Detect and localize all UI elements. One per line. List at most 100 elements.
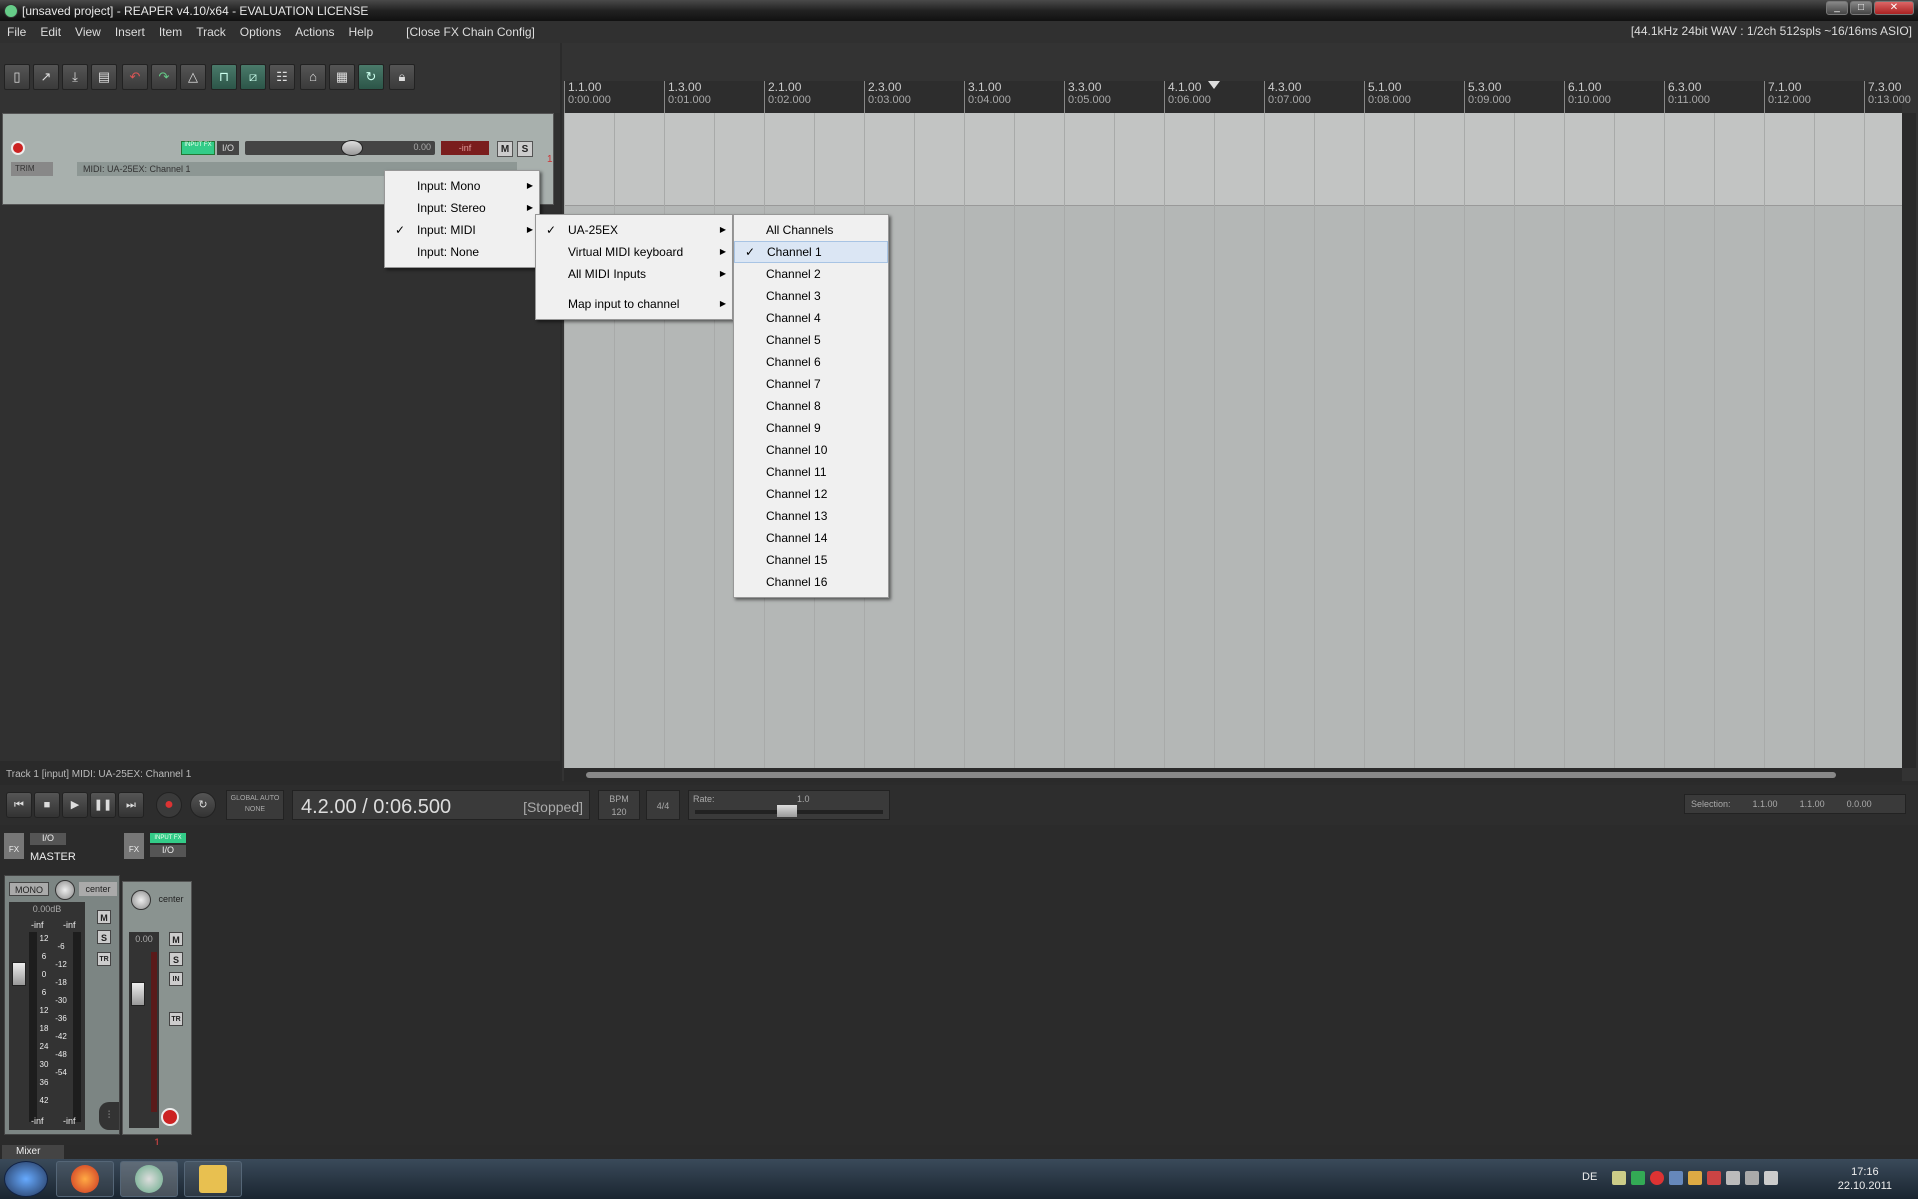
loop-icon[interactable]: ↻ bbox=[358, 64, 384, 90]
menu-item-ua-25ex[interactable]: ✓ UA-25EX ▶ bbox=[536, 219, 732, 241]
envelope-icon[interactable]: ⌂ bbox=[300, 64, 326, 90]
close-button[interactable]: ✕ bbox=[1874, 1, 1914, 15]
rate-slider-handle[interactable] bbox=[777, 805, 797, 817]
playrate-control[interactable]: Rate: 1.0 bbox=[688, 790, 890, 820]
language-indicator[interactable]: DE bbox=[1582, 1171, 1597, 1183]
track1-io-button[interactable]: I/O bbox=[150, 845, 186, 857]
timeline-ruler[interactable]: 1.1.00 0:00.000 1.3.00 0:01.000 2.1.00 0:02.0… bbox=[564, 81, 1911, 113]
horizontal-scrollbar[interactable] bbox=[564, 768, 1902, 782]
master-pan-knob[interactable] bbox=[55, 880, 75, 900]
stop-icon[interactable]: ■ bbox=[34, 792, 60, 818]
menu-item-channel-5[interactable]: Channel 5 bbox=[734, 329, 888, 351]
snap-icon[interactable]: ⊓ bbox=[211, 64, 237, 90]
time-signature[interactable]: 4/4 bbox=[646, 790, 680, 820]
safely-remove-icon[interactable] bbox=[1726, 1171, 1740, 1185]
ruler-marker[interactable]: 5.1.00 0:08.000 bbox=[1364, 81, 1411, 113]
menu-item-channel-7[interactable]: Channel 7 bbox=[734, 373, 888, 395]
menu-help[interactable]: Help bbox=[341, 25, 380, 39]
grid-icon[interactable]: ▦ bbox=[329, 64, 355, 90]
repeat-icon[interactable]: ↻ bbox=[190, 792, 216, 818]
ruler-marker[interactable]: 7.3.00 0:13.000 bbox=[1864, 81, 1911, 113]
input-fx-button[interactable]: INPUT FX bbox=[181, 141, 215, 155]
ruler-marker[interactable]: 5.3.00 0:09.000 bbox=[1464, 81, 1511, 113]
trim-button[interactable]: TRIM bbox=[11, 162, 53, 176]
selection-display[interactable]: Selection: 1.1.00 1.1.00 0.0.00 bbox=[1684, 794, 1906, 814]
ruler-marker[interactable]: 1.1.00 0:00.000 bbox=[564, 81, 611, 113]
menu-edit[interactable]: Edit bbox=[33, 25, 68, 39]
mono-button[interactable]: MONO bbox=[9, 882, 49, 896]
vertical-scrollbar[interactable] bbox=[1902, 113, 1916, 768]
record-icon[interactable]: ● bbox=[156, 792, 182, 818]
explorer-taskbar-icon[interactable] bbox=[184, 1161, 242, 1197]
network-icon[interactable] bbox=[1745, 1171, 1759, 1185]
menu-file[interactable]: File bbox=[0, 25, 33, 39]
track1-record-arm-button[interactable] bbox=[161, 1108, 179, 1126]
track1-automation-button[interactable]: TR bbox=[169, 1012, 183, 1026]
lock-icon[interactable]: 🔒︎ bbox=[389, 64, 415, 90]
ruler-marker[interactable]: 4.1.00 0:06.000 bbox=[1164, 81, 1211, 113]
master-fader-handle[interactable] bbox=[12, 962, 26, 986]
time-display[interactable]: 4.2.00 / 0:06.500 [Stopped] bbox=[292, 790, 590, 820]
track1-input-fx-button[interactable]: INPUT FX bbox=[150, 833, 186, 843]
record-arm-button[interactable] bbox=[11, 141, 25, 155]
volume-icon[interactable] bbox=[1764, 1171, 1778, 1185]
pause-icon[interactable]: ❚❚ bbox=[90, 792, 116, 818]
audio-device-info[interactable]: [44.1kHz 24bit WAV : 1/2ch 512spls ~16/1… bbox=[1631, 24, 1912, 38]
menu-item[interactable]: Item bbox=[152, 25, 189, 39]
metronome-icon[interactable]: △ bbox=[180, 64, 206, 90]
master-mute-button[interactable]: M bbox=[97, 910, 111, 924]
master-automation-button[interactable]: TR bbox=[97, 952, 111, 966]
open-project-icon[interactable]: ↗ bbox=[33, 64, 59, 90]
menu-item-channel-13[interactable]: Channel 13 bbox=[734, 505, 888, 527]
menu-item-input-midi[interactable]: ✓ Input: MIDI ▶ bbox=[385, 219, 539, 241]
maximize-button[interactable]: □ bbox=[1850, 1, 1872, 15]
minimize-button[interactable]: _ bbox=[1826, 1, 1848, 15]
menu-item-map-input-to-channel[interactable]: Map input to channel ▶ bbox=[536, 293, 732, 315]
master-fx-button[interactable]: FX bbox=[4, 833, 24, 859]
master-solo-button[interactable]: S bbox=[97, 930, 111, 944]
save-project-icon[interactable]: ⤓ bbox=[62, 64, 88, 90]
menu-options[interactable]: Options bbox=[233, 25, 288, 39]
tray-app-icon[interactable] bbox=[1631, 1171, 1645, 1185]
menu-item-channel-14[interactable]: Channel 14 bbox=[734, 527, 888, 549]
grouping-icon[interactable]: ☷ bbox=[269, 64, 295, 90]
menu-item-input-stereo[interactable]: Input: Stereo ▶ bbox=[385, 197, 539, 219]
solo-button[interactable]: S bbox=[517, 141, 533, 157]
tray-app-icon[interactable] bbox=[1688, 1171, 1702, 1185]
menu-actions[interactable]: Actions bbox=[288, 25, 341, 39]
ripple-edit-icon[interactable]: ⧄ bbox=[240, 64, 266, 90]
bpm-display[interactable]: BPM 120 bbox=[598, 790, 640, 820]
reaper-taskbar-icon[interactable] bbox=[120, 1161, 178, 1197]
menu-item-channel-8[interactable]: Channel 8 bbox=[734, 395, 888, 417]
menu-item-channel-6[interactable]: Channel 6 bbox=[734, 351, 888, 373]
new-project-icon[interactable]: ▯ bbox=[4, 64, 30, 90]
horizontal-scroll-thumb[interactable] bbox=[586, 772, 1836, 778]
undo-icon[interactable]: ↶ bbox=[122, 64, 148, 90]
track1-monitor-button[interactable]: IN bbox=[169, 972, 183, 986]
menu-item-channel-1[interactable]: ✓ Channel 1 bbox=[734, 241, 888, 263]
tray-app-icon[interactable] bbox=[1707, 1171, 1721, 1185]
ruler-marker[interactable]: 6.1.00 0:10.000 bbox=[1564, 81, 1611, 113]
io-button[interactable]: I/O bbox=[217, 141, 239, 155]
start-button-icon[interactable] bbox=[4, 1161, 48, 1197]
ruler-marker[interactable]: 1.3.00 0:01.000 bbox=[664, 81, 711, 113]
track1-fader-handle[interactable] bbox=[131, 982, 145, 1006]
go-to-start-icon[interactable]: ⏮ bbox=[6, 792, 32, 818]
mute-button[interactable]: M bbox=[497, 141, 513, 157]
firefox-taskbar-icon[interactable] bbox=[56, 1161, 114, 1197]
project-settings-icon[interactable]: ▤ bbox=[91, 64, 117, 90]
ruler-marker[interactable]: 2.1.00 0:02.000 bbox=[764, 81, 811, 113]
tray-app-icon[interactable] bbox=[1650, 1171, 1664, 1185]
ruler-marker[interactable]: 3.1.00 0:04.000 bbox=[964, 81, 1011, 113]
menu-item-channel-3[interactable]: Channel 3 bbox=[734, 285, 888, 307]
track1-mute-button[interactable]: M bbox=[169, 932, 183, 946]
menu-view[interactable]: View bbox=[68, 25, 108, 39]
global-automation-button[interactable]: GLOBAL AUTO NONE bbox=[226, 790, 284, 820]
master-io-button[interactable]: I/O bbox=[30, 833, 66, 845]
tray-app-icon[interactable] bbox=[1669, 1171, 1683, 1185]
close-fx-chain-config[interactable]: [Close FX Chain Config] bbox=[402, 25, 539, 39]
ruler-marker[interactable]: 4.3.00 0:07.000 bbox=[1264, 81, 1311, 113]
track1-fx-button[interactable]: FX bbox=[124, 833, 144, 859]
menu-insert[interactable]: Insert bbox=[108, 25, 152, 39]
go-to-end-icon[interactable]: ⏭ bbox=[118, 792, 144, 818]
